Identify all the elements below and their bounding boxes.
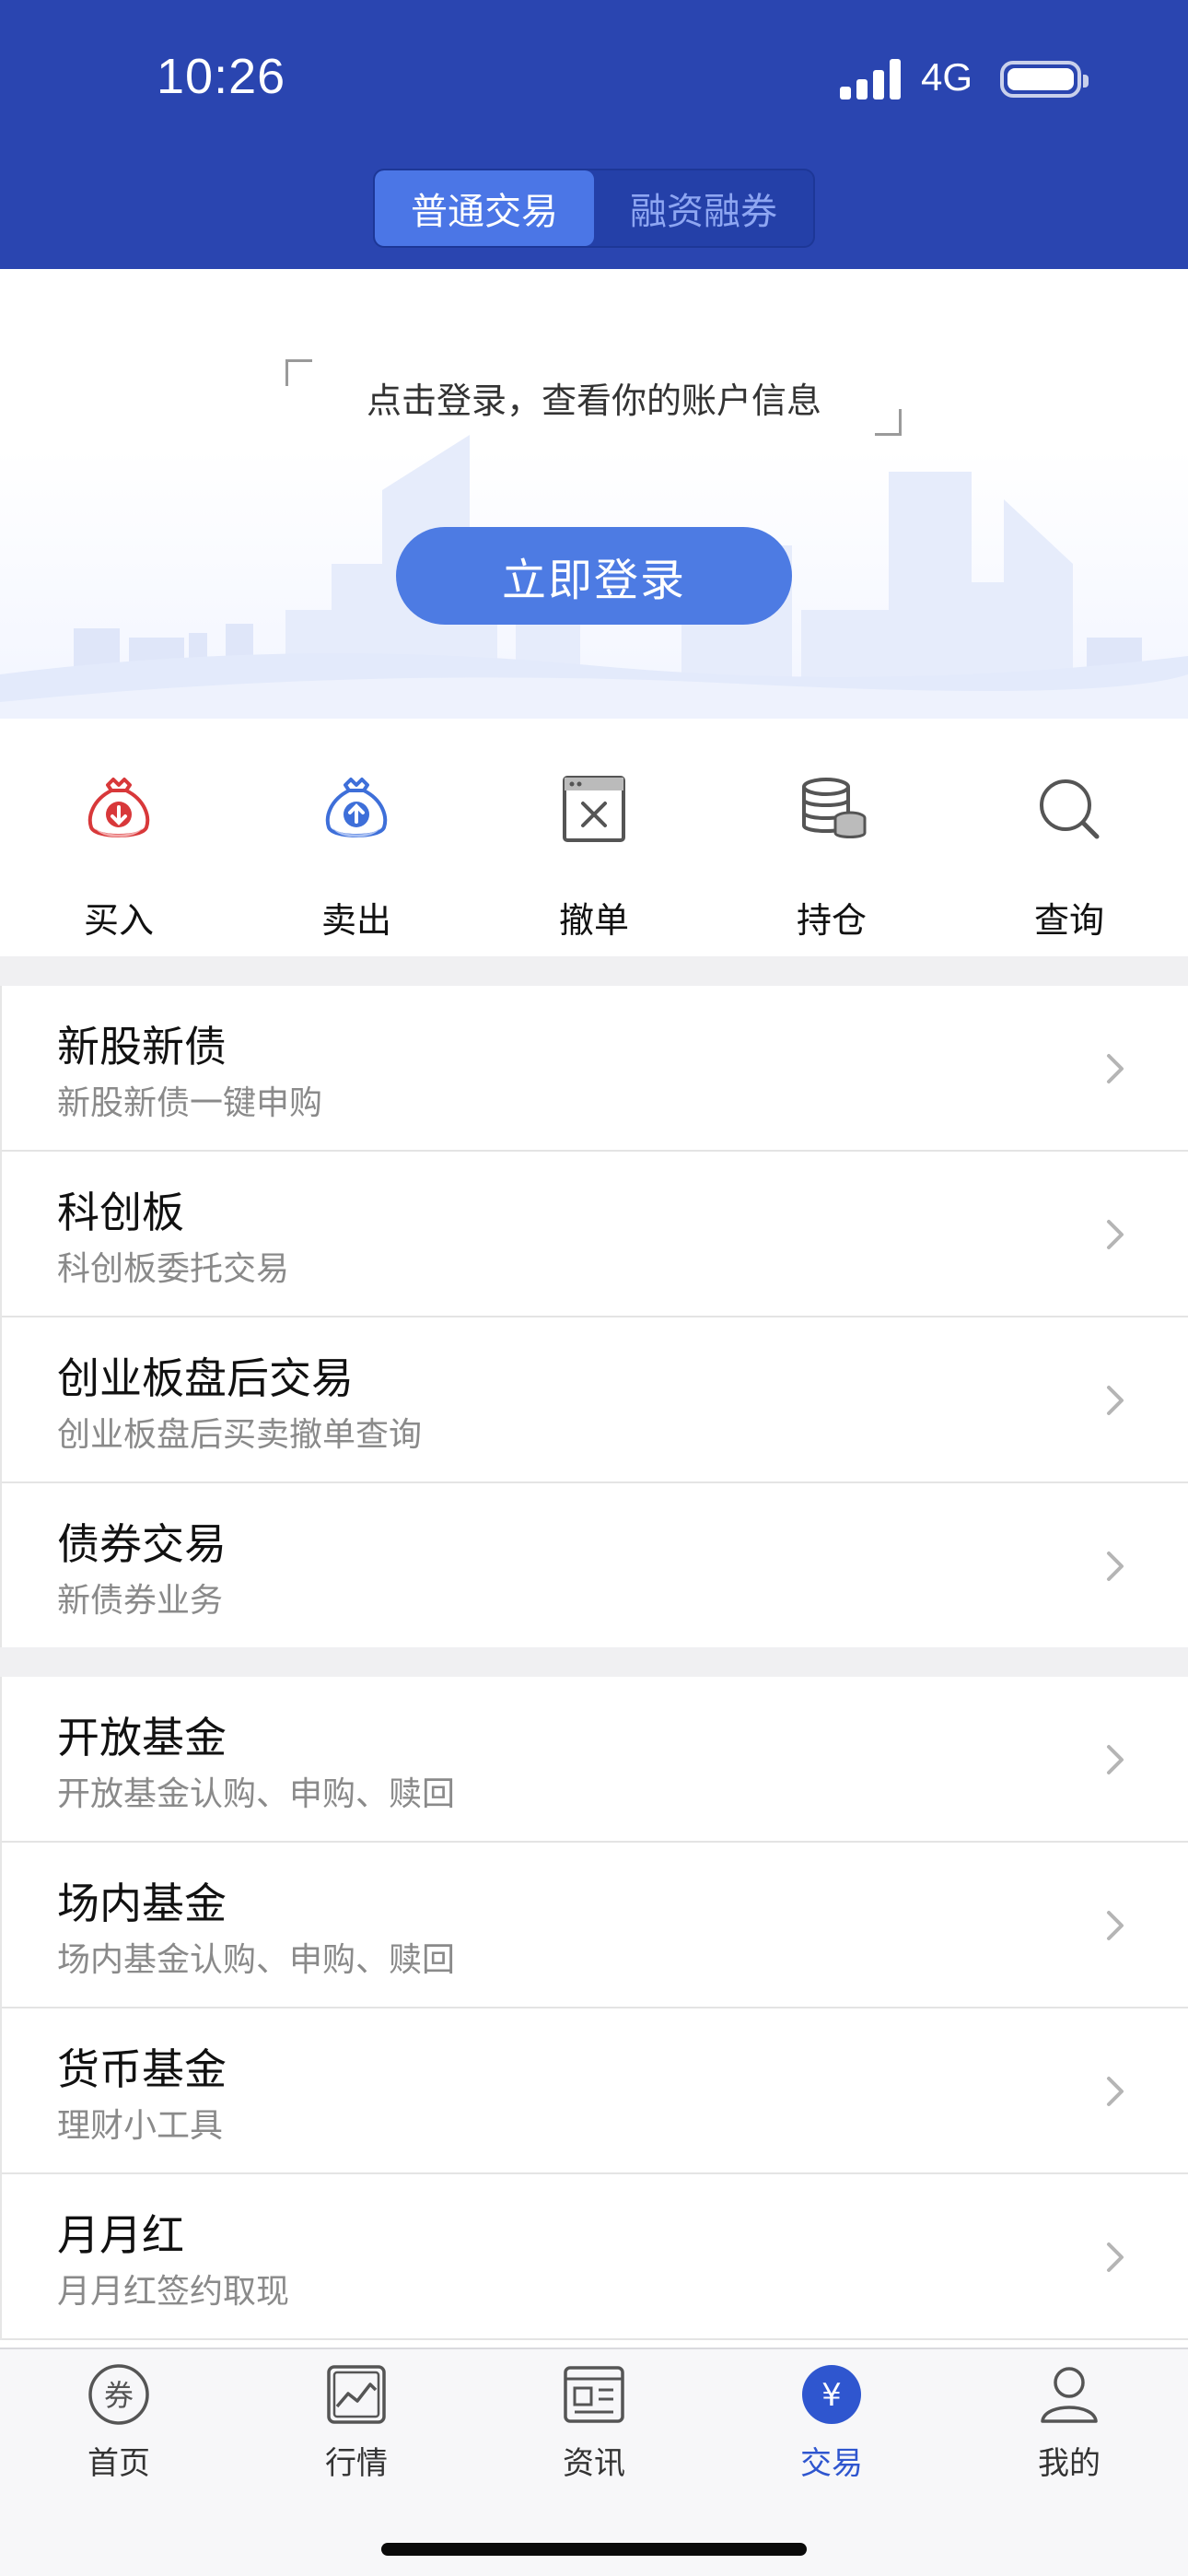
login-button[interactable]: 立即登录 (396, 527, 792, 625)
user-icon (1041, 2367, 1098, 2423)
home-tab-glyph: 券 (104, 2378, 134, 2413)
city-skyline-illustration (0, 435, 1188, 719)
yen-glyph: ¥ (821, 2377, 842, 2414)
chevron-right-icon (1107, 1054, 1124, 1083)
coins-stack-icon (802, 778, 867, 838)
chevron-right-icon (1107, 1911, 1124, 1940)
list-item-yueyuehong[interactable]: 月月红 月月红签约取现 (2, 2174, 1188, 2340)
list-item-title: 月月红 (57, 2210, 184, 2260)
list-item-open-fund[interactable]: 开放基金 开放基金认购、申购、赎回 (2, 1677, 1188, 1843)
quick-action-label: 查询 (1033, 900, 1104, 941)
quick-action-label: 买入 (83, 900, 154, 941)
search-icon (1040, 779, 1100, 839)
tab-trade[interactable]: ¥ 交易 (713, 2349, 950, 2515)
list-item-subtitle: 月月红签约取现 (57, 2273, 290, 2311)
home-indicator (381, 2543, 807, 2556)
list-item-title: 货币基金 (57, 2044, 227, 2094)
login-banner: 点击登录，查看你的账户信息 立即登录 (0, 269, 1188, 719)
tab-mine[interactable]: 我的 (950, 2349, 1188, 2515)
quick-action-buy[interactable]: 买入 (0, 719, 238, 956)
list-item-subtitle: 理财小工具 (57, 2107, 224, 2145)
list-item-title: 创业板盘后交易 (57, 1353, 354, 1403)
list-item-subtitle: 新债券业务 (57, 1582, 224, 1620)
sell-bag-icon (325, 778, 388, 837)
list-item-subtitle: 场内基金认购、申购、赎回 (57, 1941, 456, 1979)
list-item-star-market[interactable]: 科创板 科创板委托交易 (2, 1152, 1188, 1317)
list-item-new-ipo[interactable]: 新股新债 新股新债一键申购 (2, 986, 1188, 1152)
quick-action-label: 卖出 (320, 900, 391, 941)
chevron-right-icon (1107, 1551, 1124, 1581)
trading-list: 新股新债 新股新债一键申购 科创板 科创板委托交易 创业板盘后交易 创业板盘后买… (0, 986, 1188, 1649)
list-item-money-fund[interactable]: 货币基金 理财小工具 (2, 2008, 1188, 2174)
tab-news[interactable]: 资讯 (475, 2349, 713, 2515)
tab-label: 资讯 (563, 2445, 625, 2482)
tab-label: 行情 (325, 2445, 388, 2482)
tab-label: 首页 (87, 2445, 150, 2482)
chevron-right-icon (1107, 2242, 1124, 2272)
chevron-right-icon (1107, 2077, 1124, 2106)
chevron-right-icon (1107, 1386, 1124, 1415)
tab-market[interactable]: 行情 (238, 2349, 475, 2515)
tab-home[interactable]: 券 首页 (0, 2349, 238, 2515)
list-item-title: 场内基金 (57, 1879, 227, 1928)
quick-action-sell[interactable]: 卖出 (238, 719, 475, 956)
login-hint[interactable]: 点击登录，查看你的账户信息 (0, 372, 1188, 423)
quick-action-query[interactable]: 查询 (950, 719, 1188, 956)
buy-bag-icon (87, 778, 150, 837)
status-time: 10:26 (157, 49, 286, 104)
bottom-tab-bar: 券 首页 行情 资讯 ¥ 交易 我的 (0, 2348, 1188, 2576)
list-item-chinext-after-hours[interactable]: 创业板盘后交易 创业板盘后买卖撤单查询 (2, 1317, 1188, 1483)
list-item-bond-trading[interactable]: 债券交易 新债券业务 (2, 1483, 1188, 1649)
yen-icon: ¥ (802, 2365, 861, 2424)
news-icon (564, 2366, 624, 2423)
list-item-title: 开放基金 (57, 1713, 227, 1762)
section-divider (0, 1647, 1188, 1677)
quick-action-label: 撤单 (558, 900, 629, 941)
chevron-right-icon (1107, 1745, 1124, 1774)
tab-label: 交易 (800, 2445, 863, 2482)
chevron-right-icon (1107, 1220, 1124, 1249)
list-item-title: 科创板 (57, 1188, 184, 1237)
list-item-subtitle: 创业板盘后买卖撤单查询 (57, 1416, 423, 1454)
quick-action-cancel[interactable]: 撤单 (475, 719, 713, 956)
market-chart-icon (327, 2365, 386, 2424)
quick-action-positions[interactable]: 持仓 (713, 719, 950, 956)
list-item-subtitle: 新股新债一键申购 (57, 1084, 323, 1122)
list-item-exchange-fund[interactable]: 场内基金 场内基金认购、申购、赎回 (2, 1843, 1188, 2008)
list-item-subtitle: 科创板委托交易 (57, 1250, 290, 1288)
quick-action-label: 持仓 (796, 900, 867, 941)
tab-normal-trading[interactable]: 普通交易 (375, 170, 594, 246)
list-item-title: 新股新债 (57, 1022, 227, 1071)
section-divider (0, 956, 1188, 986)
tab-margin-trading[interactable]: 融资融券 (594, 170, 813, 246)
battery-icon (1000, 61, 1089, 98)
cancel-order-icon (563, 776, 625, 842)
quan-coin-icon: 券 (88, 2364, 149, 2425)
quick-actions: 买入 卖出 撤单 持仓 查询 (0, 719, 1188, 956)
tab-label: 我的 (1038, 2445, 1101, 2482)
trade-mode-segmented-control: 普通交易 融资融券 (373, 169, 815, 248)
list-item-subtitle: 开放基金认购、申购、赎回 (57, 1775, 456, 1813)
header-bar: 10:26 4G 普通交易 融资融券 (0, 0, 1188, 269)
signal-icon (840, 59, 903, 100)
list-item-title: 债券交易 (57, 1519, 227, 1569)
fund-list: 开放基金 开放基金认购、申购、赎回 场内基金 场内基金认购、申购、赎回 货币基金… (0, 1677, 1188, 2340)
network-type: 4G (921, 55, 973, 99)
